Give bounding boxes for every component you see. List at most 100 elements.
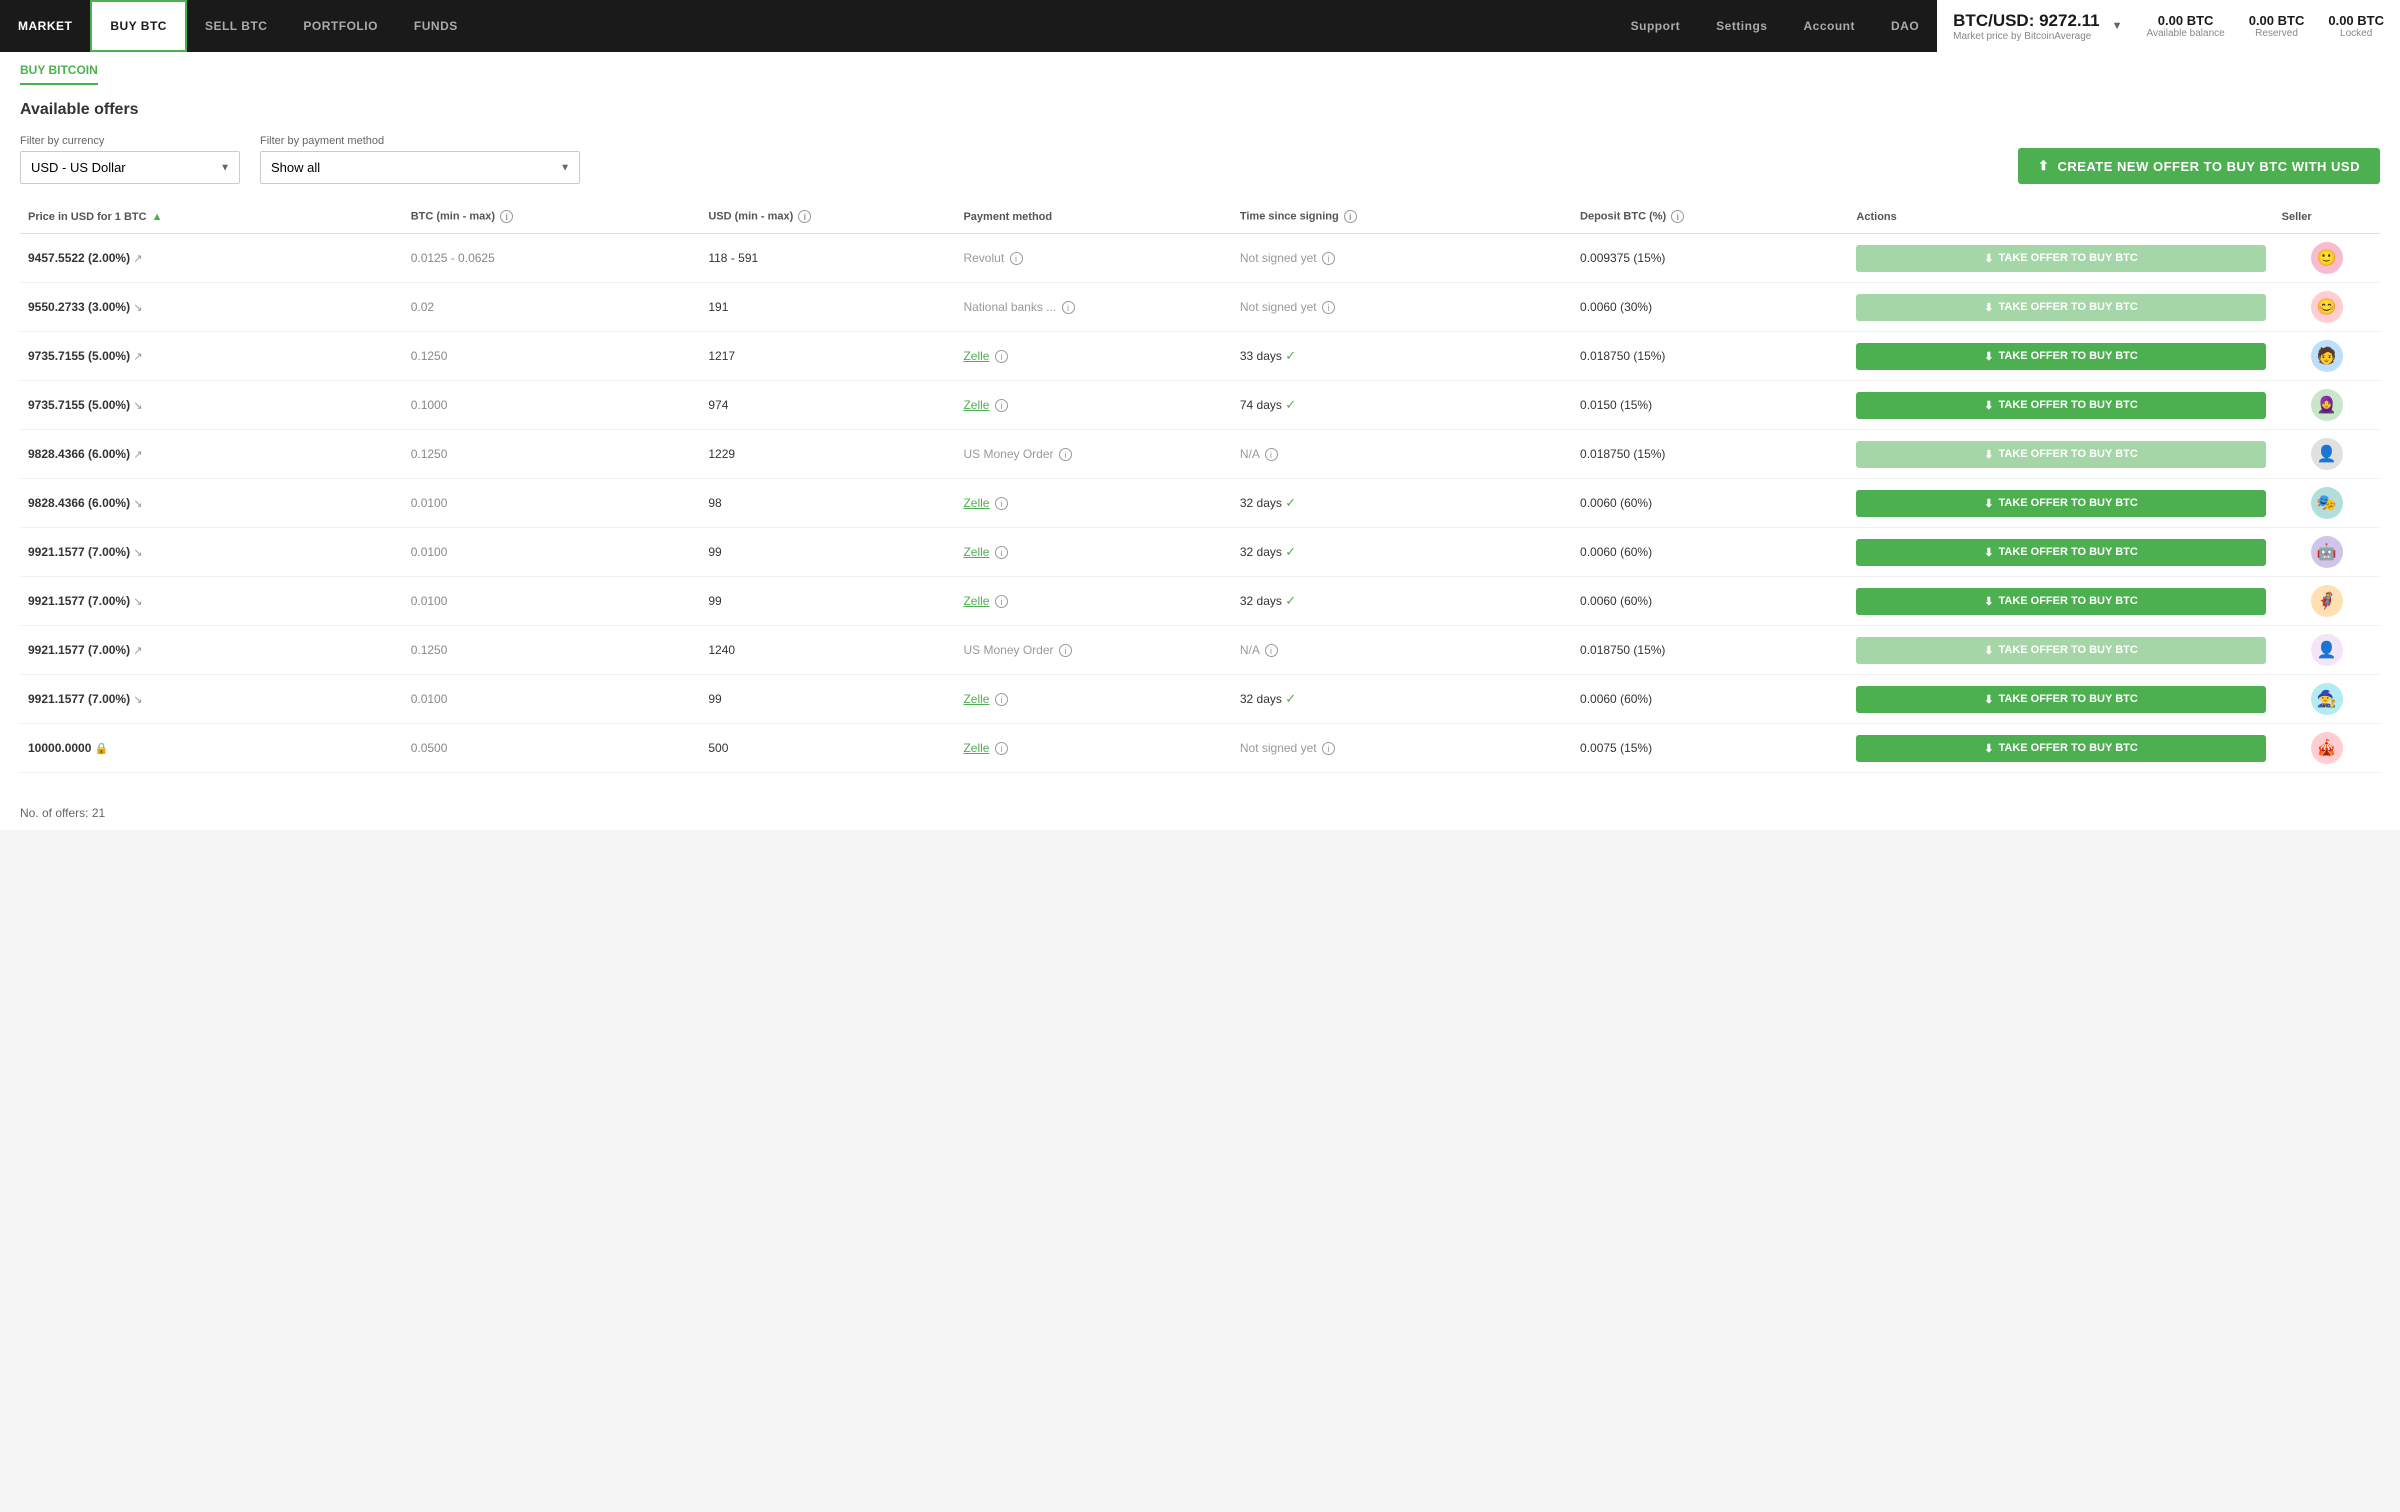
nav-item-market[interactable]: MARKET (0, 0, 90, 52)
nav-item-funds[interactable]: FUNDS (396, 0, 476, 52)
cell-actions: ⬇ TAKE OFFER TO BUY BTC (1848, 430, 2273, 479)
payment-info-icon[interactable]: i (995, 399, 1008, 412)
header-price: Price in USD for 1 BTC ▲ (20, 200, 403, 234)
payment-method-link[interactable]: Zelle (963, 349, 989, 363)
usd-range: 99 (708, 594, 721, 608)
price-value: 9921.1577 (7.00%) (28, 692, 130, 706)
create-offer-label: CREATE NEW OFFER TO BUY BTC WITH USD (2057, 159, 2360, 174)
nav-item-support[interactable]: Support (1613, 0, 1699, 52)
currency-select-wrapper[interactable]: USD - US Dollar (20, 151, 240, 184)
payment-method-link[interactable]: Zelle (963, 496, 989, 510)
cell-usd: 500 (700, 773, 955, 781)
cell-seller: 🎪 (2274, 724, 2380, 773)
seller-avatar[interactable]: 🧕 (2311, 389, 2343, 421)
deposit-value: 0.0060 (60%) (1580, 594, 1652, 608)
take-offer-label: TAKE OFFER TO BUY BTC (1998, 644, 2137, 656)
cell-usd: 118 - 591 (700, 234, 955, 283)
seller-avatar[interactable]: 👤 (2311, 438, 2343, 470)
payment-select[interactable]: Show all (260, 151, 580, 184)
payment-method-link[interactable]: Zelle (963, 594, 989, 608)
cell-usd: 1229 (700, 430, 955, 479)
nav-item-buy-btc[interactable]: BUY BTC (90, 0, 187, 52)
payment-select-wrapper[interactable]: Show all (260, 151, 580, 184)
time-info-icon[interactable]: i (1265, 644, 1278, 657)
deposit-info-icon[interactable]: i (1671, 210, 1684, 223)
take-offer-button[interactable]: ⬇ TAKE OFFER TO BUY BTC (1856, 735, 2265, 762)
btc-info-icon[interactable]: i (500, 210, 513, 223)
seller-avatar[interactable]: 🎭 (2311, 487, 2343, 519)
payment-method-disabled: US Money Order (963, 643, 1053, 657)
take-offer-button[interactable]: ⬇ TAKE OFFER TO BUY BTC (1856, 343, 2265, 370)
payment-filter-label: Filter by payment method (260, 135, 580, 147)
cell-btc: 0.1250 (403, 332, 701, 381)
take-offer-button[interactable]: ⬇ TAKE OFFER TO BUY BTC (1856, 392, 2265, 419)
payment-info-icon[interactable]: i (1059, 644, 1072, 657)
take-offer-button[interactable]: ⬇ TAKE OFFER TO BUY BTC (1856, 490, 2265, 517)
time-info-icon[interactable]: i (1322, 301, 1335, 314)
cell-actions: ⬇ TAKE OFFER TO BUY BTC (1848, 773, 2273, 781)
cell-price: 10000.0000 🔒 (20, 773, 403, 781)
payment-method-link[interactable]: Zelle (963, 692, 989, 706)
payment-info-icon[interactable]: i (1062, 301, 1075, 314)
seller-avatar[interactable]: 🎪 (2311, 732, 2343, 764)
price-dropdown-arrow[interactable]: ▼ (2112, 20, 2123, 32)
payment-method-link[interactable]: Zelle (963, 398, 989, 412)
header-payment: Payment method (955, 200, 1231, 234)
seller-avatar[interactable]: 🧙 (2311, 683, 2343, 715)
payment-info-icon[interactable]: i (1059, 448, 1072, 461)
time-info-icon[interactable]: i (1322, 252, 1335, 265)
take-offer-icon: ⬇ (1984, 448, 1993, 461)
seller-avatar[interactable]: 👤 (2311, 634, 2343, 666)
payment-info-icon[interactable]: i (995, 497, 1008, 510)
payment-method-link[interactable]: Zelle (963, 545, 989, 559)
take-offer-button[interactable]: ⬇ TAKE OFFER TO BUY BTC (1856, 686, 2265, 713)
header-deposit: Deposit BTC (%) i (1572, 200, 1848, 234)
payment-info-icon[interactable]: i (995, 595, 1008, 608)
payment-info-icon[interactable]: i (995, 546, 1008, 559)
time-info-icon[interactable]: i (1265, 448, 1278, 461)
cell-actions: ⬇ TAKE OFFER TO BUY BTC (1848, 332, 2273, 381)
cell-time: Not signed yet i (1232, 773, 1572, 781)
cell-deposit: 0.018750 (15%) (1572, 626, 1848, 675)
time-info-icon[interactable]: i (1322, 742, 1335, 755)
seller-avatar[interactable]: 🙂 (2311, 242, 2343, 274)
usd-info-icon[interactable]: i (798, 210, 811, 223)
time-value: N/A (1240, 447, 1259, 461)
cell-actions: ⬇ TAKE OFFER TO BUY BTC (1848, 479, 2273, 528)
time-info-icon[interactable]: i (1344, 210, 1357, 223)
header-time: Time since signing i (1232, 200, 1572, 234)
cell-btc: 0.0100 (403, 528, 701, 577)
payment-info-icon[interactable]: i (995, 693, 1008, 706)
nav-item-portfolio[interactable]: PORTFOLIO (285, 0, 396, 52)
seller-avatar[interactable]: 🦸 (2311, 585, 2343, 617)
cell-payment: National banks ... i (955, 283, 1231, 332)
seller-avatar[interactable]: 😊 (2311, 291, 2343, 323)
take-offer-icon: ⬇ (1984, 742, 1993, 755)
seller-avatar[interactable]: 🧑 (2311, 340, 2343, 372)
nav-item-sell-btc[interactable]: SELL BTC (187, 0, 285, 52)
trend-icon: ↘ (133, 694, 142, 706)
btc-range: 0.0100 (411, 545, 448, 559)
table-row: 10000.0000 🔒0.0500500Zelle iNot signed y… (20, 724, 2380, 773)
table-header: Price in USD for 1 BTC ▲ BTC (min - max)… (20, 200, 2380, 234)
cell-seller: 🦸 (2274, 577, 2380, 626)
deposit-value: 0.018750 (15%) (1580, 447, 1665, 461)
cell-usd: 99 (700, 577, 955, 626)
currency-select[interactable]: USD - US Dollar (20, 151, 240, 184)
price-value: 9921.1577 (7.00%) (28, 643, 130, 657)
take-offer-button[interactable]: ⬇ TAKE OFFER TO BUY BTC (1856, 539, 2265, 566)
take-offer-button[interactable]: ⬇ TAKE OFFER TO BUY BTC (1856, 588, 2265, 615)
payment-info-icon[interactable]: i (1010, 252, 1023, 265)
nav-item-account[interactable]: Account (1785, 0, 1873, 52)
time-value: Not signed yet (1240, 741, 1317, 755)
nav-item-settings[interactable]: Settings (1698, 0, 1785, 52)
cell-price: 9735.7155 (5.00%) ↘ (20, 381, 403, 430)
payment-method-link[interactable]: Zelle (963, 741, 989, 755)
verified-icon: ✓ (1285, 397, 1296, 412)
take-offer-label: TAKE OFFER TO BUY BTC (1998, 350, 2137, 362)
seller-avatar[interactable]: 🤖 (2311, 536, 2343, 568)
payment-info-icon[interactable]: i (995, 350, 1008, 363)
payment-info-icon[interactable]: i (995, 742, 1008, 755)
nav-item-dao[interactable]: DAO (1873, 0, 1937, 52)
create-offer-button[interactable]: ⬆ CREATE NEW OFFER TO BUY BTC WITH USD (2018, 148, 2380, 184)
